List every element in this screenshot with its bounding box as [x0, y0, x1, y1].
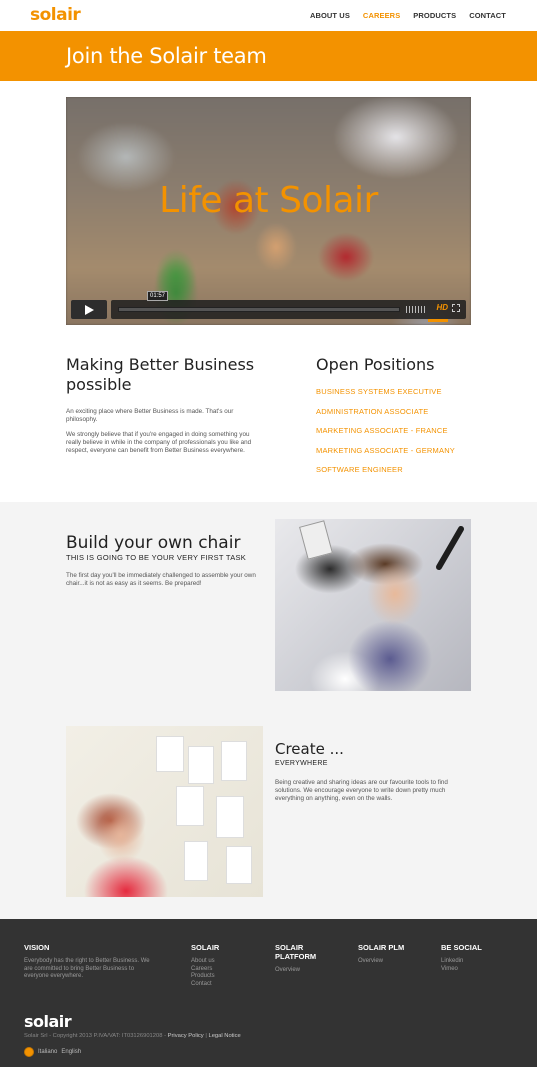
header: solair ABOUT US CAREERS PRODUCTS CONTACT — [0, 0, 537, 31]
position-link[interactable]: BUSINESS SYSTEMS EXECUTIVE — [316, 387, 455, 407]
hd-indicator — [428, 319, 448, 322]
main-nav: ABOUT US CAREERS PRODUCTS CONTACT — [310, 11, 506, 20]
video-control-bar: 01:57 HD — [111, 291, 466, 322]
footer-link[interactable]: Careers — [191, 966, 219, 974]
footer-vision: VISION Everybody has the right to Better… — [24, 943, 159, 981]
footer: VISION Everybody has the right to Better… — [0, 919, 537, 1067]
chair-text: The first day you'll be immediately chal… — [66, 572, 256, 587]
photo-detail — [176, 786, 204, 826]
intro-heading: Making Better Business possible — [66, 355, 255, 394]
legal-link[interactable]: Legal Notice — [208, 1033, 240, 1039]
video-time: 01:57 — [147, 291, 169, 301]
photo-detail — [184, 841, 208, 881]
create-subheading: EVERYWHERE — [275, 760, 328, 767]
photo-detail — [216, 796, 244, 838]
footer-vision-text: Everybody has the right to Better Busine… — [24, 958, 150, 979]
footer-logo[interactable]: solair — [24, 1012, 72, 1031]
position-link[interactable]: MARKETING ASSOCIATE - FRANCE — [316, 426, 455, 446]
footer-link[interactable]: Vimeo — [441, 966, 482, 974]
footer-link[interactable]: Overview — [275, 967, 335, 975]
positions-list: BUSINESS SYSTEMS EXECUTIVE ADMINISTRATIO… — [316, 387, 455, 485]
footer-link[interactable]: About us — [191, 958, 219, 966]
intro-text-2: We strongly believe that if you're engag… — [66, 431, 252, 454]
photo-detail — [188, 746, 214, 784]
video-title: Life at Solair — [159, 180, 378, 221]
chair-photo — [275, 519, 471, 691]
footer-copyright: Solair Srl - Copyright 2013 P.IVA/VAT: I… — [24, 1033, 241, 1039]
position-link[interactable]: MARKETING ASSOCIATE - GERMANY — [316, 446, 455, 466]
footer-platform: SOLAIR PLATFORM Overview — [275, 943, 335, 975]
play-button[interactable] — [71, 300, 107, 319]
separator: | — [205, 1033, 207, 1039]
footer-link[interactable]: Products — [191, 973, 219, 981]
globe-icon — [24, 1047, 34, 1057]
photo-detail — [434, 524, 466, 572]
footer-link[interactable]: Linkedin — [441, 958, 482, 966]
create-heading: Create ... — [275, 740, 344, 758]
copyright-text: Solair Srl - Copyright 2013 P.IVA/VAT: I… — [24, 1033, 166, 1039]
create-text: Being creative and sharing ideas are our… — [275, 779, 448, 802]
page-banner: Join the Solair team — [0, 31, 537, 81]
footer-heading: BE SOCIAL — [441, 943, 482, 952]
lang-italiano[interactable]: Italiano — [38, 1049, 57, 1055]
video-progress-track[interactable] — [118, 307, 400, 312]
nav-contact[interactable]: CONTACT — [469, 11, 506, 20]
footer-heading: SOLAIR — [191, 943, 220, 952]
nav-about-us[interactable]: ABOUT US — [310, 11, 350, 20]
page-title: Join the Solair team — [66, 44, 267, 68]
whiteboard-photo — [66, 726, 263, 897]
hd-toggle[interactable]: HD — [436, 303, 448, 312]
video-controls: 01:57 HD — [71, 291, 466, 322]
footer-heading: VISION — [24, 943, 50, 952]
nav-products[interactable]: PRODUCTS — [413, 11, 456, 20]
volume-icon[interactable] — [406, 306, 426, 313]
footer-social: BE SOCIAL Linkedin Vimeo — [441, 943, 482, 973]
video-player[interactable]: Life at Solair 01:57 HD — [66, 97, 471, 325]
photo-detail — [156, 736, 184, 772]
chair-subheading: THIS IS GOING TO BE YOUR VERY FIRST TASK — [66, 553, 247, 562]
position-link[interactable]: SOFTWARE ENGINEER — [316, 465, 455, 485]
intro-text-1: An exciting place where Better Business … — [66, 408, 234, 423]
footer-plm: SOLAIR PLM Overview — [358, 943, 404, 966]
chair-heading: Build your own chair — [66, 533, 241, 553]
footer-heading: SOLAIR PLM — [358, 943, 405, 952]
footer-solair: SOLAIR About us Careers Products Contact — [191, 943, 219, 988]
photo-detail — [221, 741, 247, 781]
nav-careers[interactable]: CAREERS — [363, 11, 400, 20]
footer-link[interactable]: Overview — [358, 958, 404, 966]
footer-link[interactable]: Contact — [191, 981, 219, 989]
language-switcher: Italiano English — [24, 1047, 81, 1057]
position-link[interactable]: ADMINISTRATION ASSOCIATE — [316, 407, 455, 427]
positions-heading: Open Positions — [316, 355, 435, 374]
privacy-link[interactable]: Privacy Policy — [168, 1033, 204, 1039]
photo-detail — [299, 520, 333, 560]
photo-detail — [226, 846, 252, 884]
lang-english[interactable]: English — [61, 1049, 81, 1055]
site-logo[interactable]: solair — [30, 5, 81, 25]
footer-heading: SOLAIR PLATFORM — [275, 943, 317, 961]
fullscreen-icon[interactable] — [452, 304, 460, 312]
